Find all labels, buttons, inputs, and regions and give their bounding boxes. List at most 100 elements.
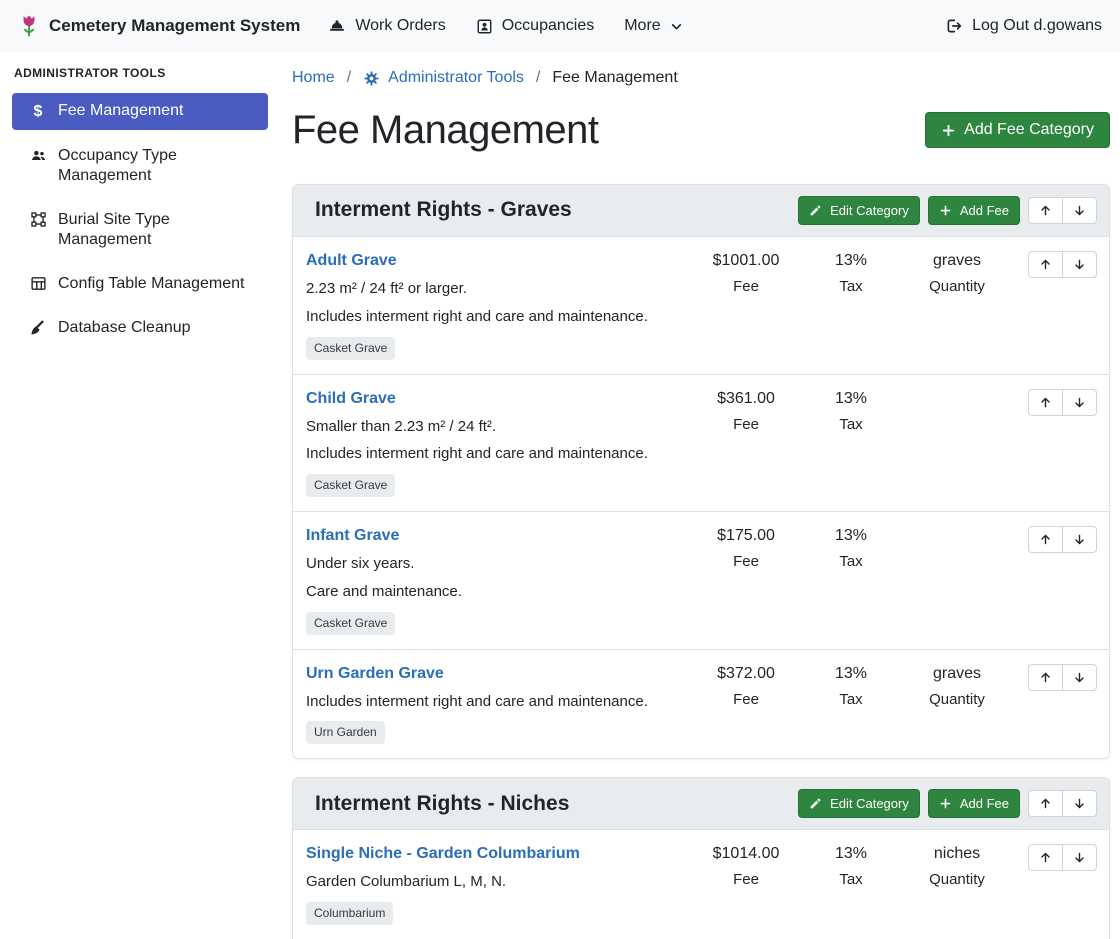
plus-icon	[941, 123, 956, 138]
sidebar-item-occupancy-type-management[interactable]: Occupancy Type Management	[12, 138, 268, 194]
fee-amount-label: Fee	[691, 691, 801, 710]
person-booth-icon	[476, 18, 493, 35]
tax-column: 13% Tax	[801, 664, 901, 710]
add-fee-button[interactable]: Add Fee	[928, 196, 1020, 225]
fee-main: Single Niche - Garden Columbarium Garden…	[306, 844, 691, 925]
fee-amount: $1014.00	[691, 844, 801, 864]
fee-amount-label: Fee	[691, 416, 801, 435]
fee-name-link[interactable]: Infant Grave	[306, 526, 399, 546]
topbar: Cemetery Management System Work Orders O…	[0, 0, 1120, 52]
fee-reorder-group	[1028, 664, 1097, 691]
fee-amount: $175.00	[691, 526, 801, 546]
add-fee-category-button[interactable]: Add Fee Category	[925, 112, 1110, 148]
arrow-up-icon	[1039, 258, 1052, 271]
fee-amount-column: $1001.00 Fee	[691, 251, 801, 297]
add-fee-label: Add Fee	[960, 796, 1009, 811]
move-fee-up-button[interactable]	[1028, 389, 1063, 416]
breadcrumb-admin-tools-label: Administrator Tools	[388, 68, 524, 88]
sidebar-item-burial-site-type-management[interactable]: Burial Site Type Management	[12, 202, 268, 258]
tax-value: 13%	[801, 526, 901, 546]
fee-reorder-group	[1028, 251, 1097, 278]
arrow-down-icon	[1073, 851, 1086, 864]
move-fee-up-button[interactable]	[1028, 251, 1063, 278]
move-fee-down-button[interactable]	[1062, 251, 1097, 278]
tax-value: 13%	[801, 389, 901, 409]
gear-icon	[363, 70, 380, 87]
breadcrumb-admin-tools-link[interactable]: Administrator Tools	[363, 68, 524, 88]
move-category-up-button[interactable]	[1028, 197, 1063, 224]
quantity-column	[901, 389, 1013, 396]
brand-link[interactable]: Cemetery Management System	[18, 13, 300, 39]
sidebar-heading: ADMINISTRATOR TOOLS	[12, 64, 268, 93]
fee-amount: $361.00	[691, 389, 801, 409]
tax-value: 13%	[801, 844, 901, 864]
arrow-down-icon	[1073, 671, 1086, 684]
sidebar-item-database-cleanup[interactable]: Database Cleanup	[12, 310, 268, 346]
fee-main: Infant Grave Under six years.Care and ma…	[306, 526, 691, 635]
tax-label: Tax	[801, 416, 901, 435]
move-category-up-button[interactable]	[1028, 790, 1063, 817]
quantity-column	[901, 526, 1013, 533]
quantity-value: graves	[901, 664, 1013, 684]
fee-name-link[interactable]: Single Niche - Garden Columbarium	[306, 844, 580, 864]
sign-out-icon	[945, 17, 963, 35]
arrow-up-icon	[1039, 671, 1052, 684]
move-fee-up-button[interactable]	[1028, 844, 1063, 871]
users-icon	[28, 147, 48, 164]
vector-square-icon	[28, 211, 48, 228]
nav-more[interactable]: More	[624, 16, 682, 36]
move-fee-down-button[interactable]	[1062, 664, 1097, 691]
tax-value: 13%	[801, 664, 901, 684]
move-category-down-button[interactable]	[1062, 790, 1097, 817]
brand-title: Cemetery Management System	[49, 15, 300, 36]
nav-work-orders[interactable]: Work Orders	[328, 16, 445, 36]
fee-description: Includes interment right and care and ma…	[306, 445, 691, 464]
fee-type-badge: Columbarium	[306, 902, 393, 925]
tax-label: Tax	[801, 278, 901, 297]
sidebar: ADMINISTRATOR TOOLS $ Fee Management Occ…	[0, 52, 280, 939]
fee-name-link[interactable]: Urn Garden Grave	[306, 664, 444, 684]
fee-descriptions: Includes interment right and care and ma…	[306, 693, 691, 712]
top-nav: Work Orders Occupancies More	[328, 16, 682, 36]
category-title: Interment Rights - Niches	[315, 791, 569, 817]
nav-occupancies-label: Occupancies	[502, 16, 595, 36]
fee-row: Infant Grave Under six years.Care and ma…	[293, 512, 1109, 650]
move-fee-up-button[interactable]	[1028, 664, 1063, 691]
page-header: Fee Management Add Fee Category	[292, 106, 1110, 154]
move-fee-down-button[interactable]	[1062, 389, 1097, 416]
sidebar-item-fee-management[interactable]: $ Fee Management	[12, 93, 268, 130]
fee-category-card: Interment Rights - Graves Edit Category …	[292, 184, 1110, 759]
fee-amount-column: $175.00 Fee	[691, 526, 801, 572]
quantity-column: graves Quantity	[901, 251, 1013, 297]
logout-link[interactable]: Log Out d.gowans	[945, 16, 1102, 36]
sidebar-item-label: Config Table Management	[58, 274, 245, 294]
fee-description: 2.23 m² / 24 ft² or larger.	[306, 280, 691, 299]
table-icon	[28, 275, 48, 292]
pencil-icon	[809, 797, 822, 810]
move-fee-down-button[interactable]	[1062, 844, 1097, 871]
category-actions: Edit Category Add Fee	[798, 196, 1097, 225]
edit-category-button[interactable]: Edit Category	[798, 196, 920, 225]
category-reorder-group	[1028, 790, 1097, 817]
category-list: Interment Rights - Graves Edit Category …	[292, 184, 1110, 939]
add-fee-button[interactable]: Add Fee	[928, 789, 1020, 818]
nav-occupancies[interactable]: Occupancies	[476, 16, 595, 36]
category-actions: Edit Category Add Fee	[798, 789, 1097, 818]
fee-name-link[interactable]: Child Grave	[306, 389, 396, 409]
breadcrumb-home-link[interactable]: Home	[292, 68, 335, 88]
broom-icon	[28, 319, 48, 337]
sidebar-item-config-table-management[interactable]: Config Table Management	[12, 266, 268, 302]
arrow-down-icon	[1073, 533, 1086, 546]
move-fee-down-button[interactable]	[1062, 526, 1097, 553]
category-title: Interment Rights - Graves	[315, 197, 572, 223]
move-category-down-button[interactable]	[1062, 197, 1097, 224]
pencil-icon	[809, 204, 822, 217]
fee-name-link[interactable]: Adult Grave	[306, 251, 397, 271]
category-reorder-group	[1028, 197, 1097, 224]
add-fee-label: Add Fee	[960, 203, 1009, 218]
move-fee-up-button[interactable]	[1028, 526, 1063, 553]
nav-work-orders-label: Work Orders	[355, 16, 445, 36]
edit-category-button[interactable]: Edit Category	[798, 789, 920, 818]
fee-row: Adult Grave 2.23 m² / 24 ft² or larger.I…	[293, 237, 1109, 375]
dollar-icon: $	[28, 102, 48, 122]
